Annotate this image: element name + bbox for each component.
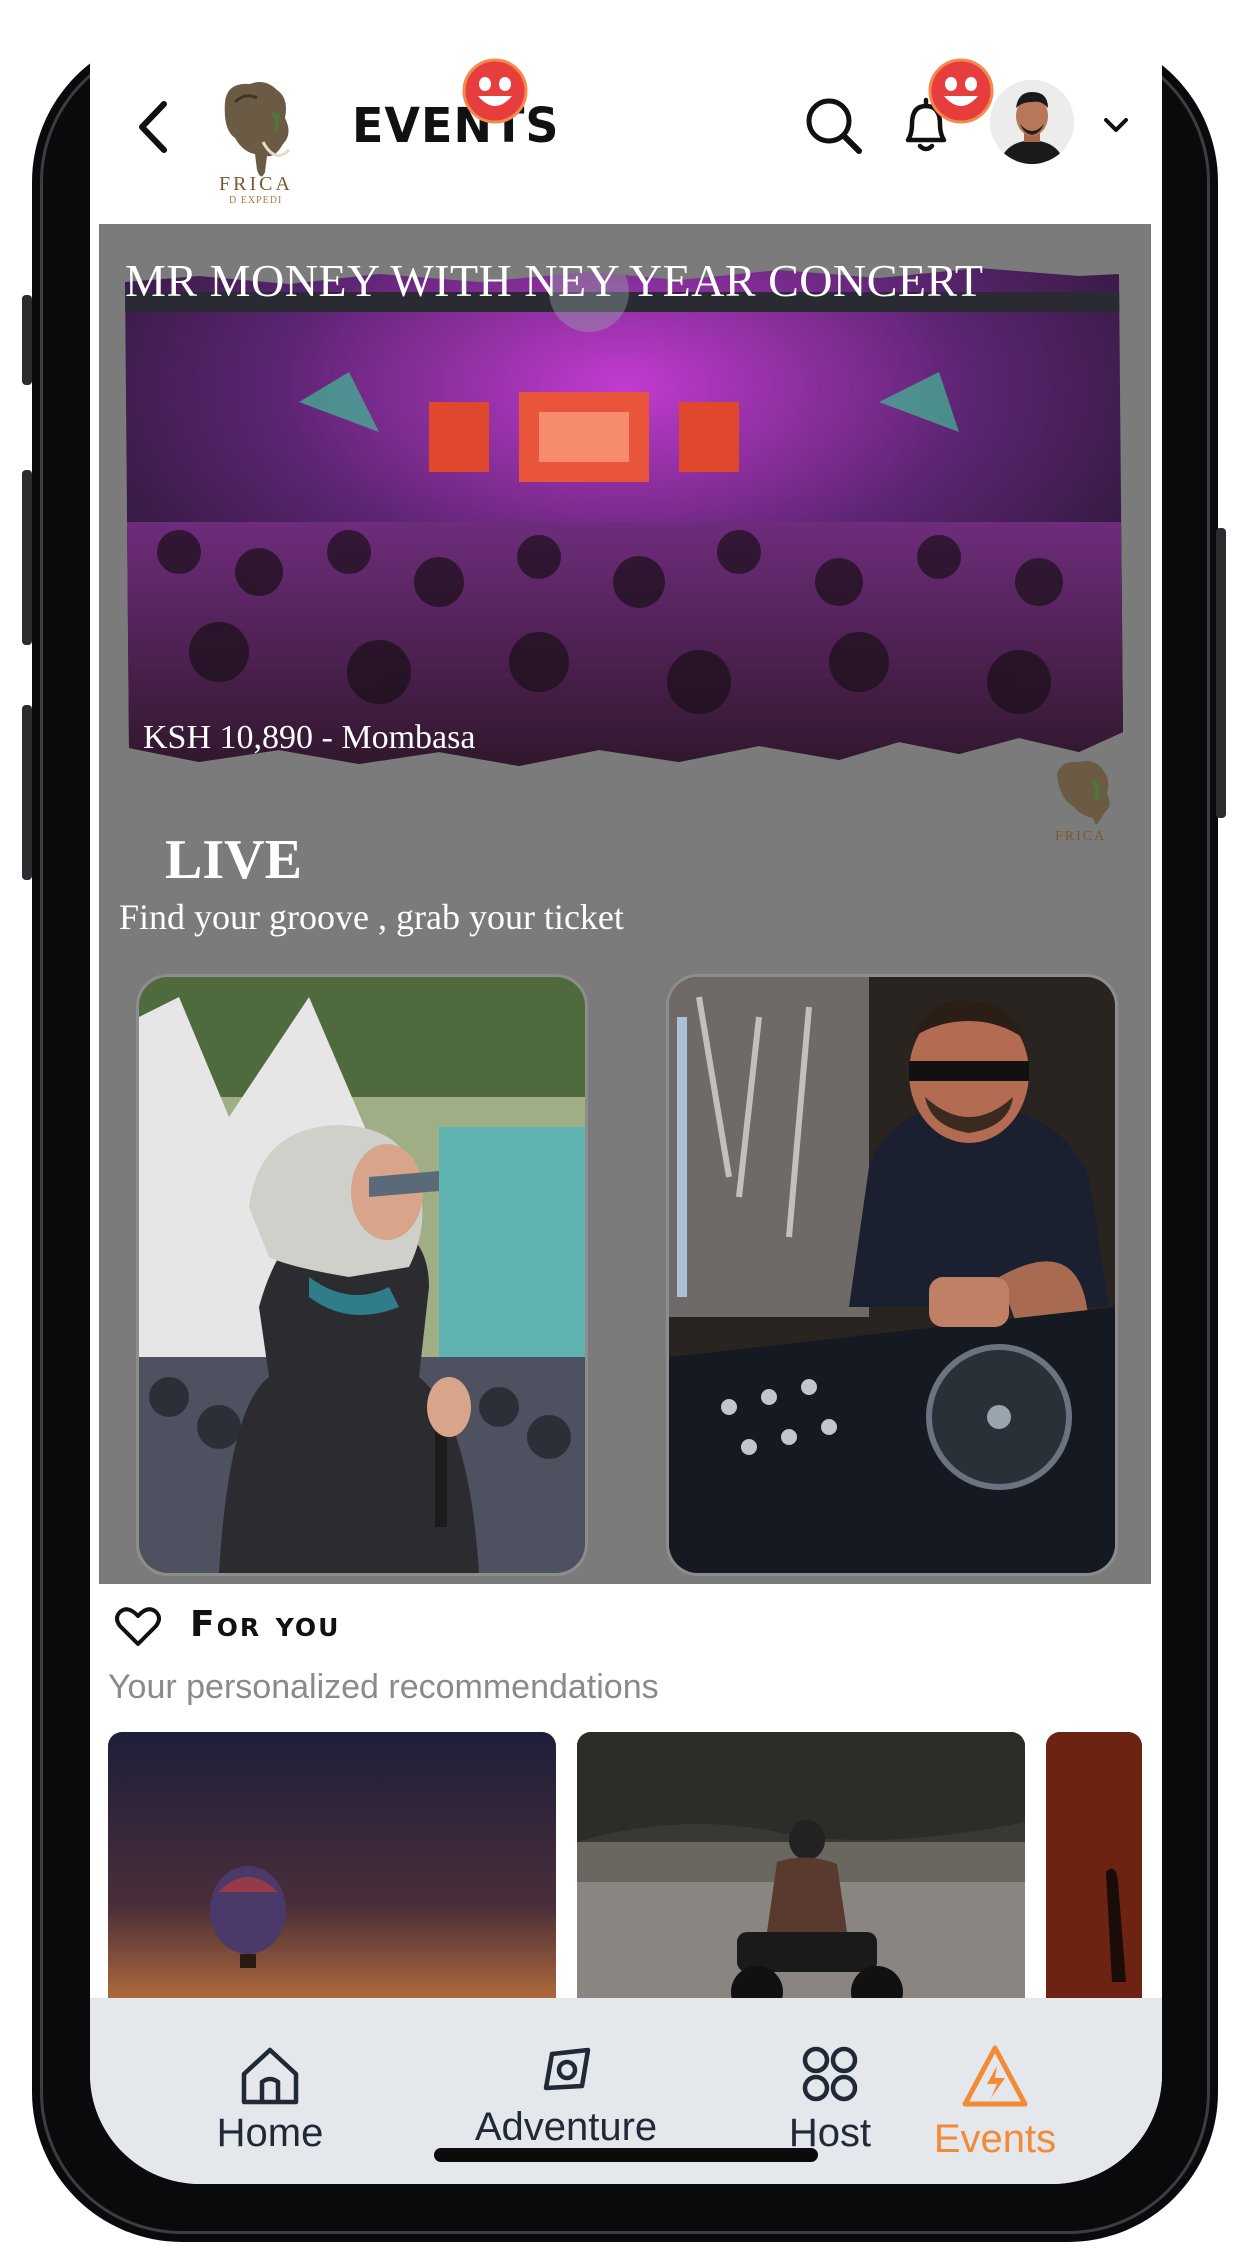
heart-icon[interactable] xyxy=(112,1600,164,1652)
recommendation-card[interactable] xyxy=(577,1732,1025,2022)
tab-host[interactable]: Host xyxy=(770,2042,890,2156)
live-event-card[interactable] xyxy=(666,974,1118,1576)
brand-logo[interactable]: FRICA D EXPEDI xyxy=(205,72,315,207)
elephant-badge-logo: FRICA xyxy=(1055,761,1110,844)
grid-icon xyxy=(802,2046,858,2102)
featured-event-image[interactable] xyxy=(119,252,1127,792)
tab-adventure-label: Adventure xyxy=(474,2105,658,2149)
compass-icon xyxy=(543,2047,591,2091)
for-you-title: For you xyxy=(190,1604,341,1645)
chevron-down-icon[interactable] xyxy=(1098,108,1134,144)
for-you-subtitle: Your personalized recommendations xyxy=(108,1668,659,1706)
live-event-card[interactable] xyxy=(136,974,588,1576)
quad-bike-image xyxy=(577,1732,1025,2022)
smiley-face-icon[interactable] xyxy=(928,58,994,124)
tab-home-label: Home xyxy=(216,2111,324,2155)
singer-image xyxy=(139,977,585,1573)
featured-event-price-location: KSH 10,890 - Mombasa xyxy=(143,719,476,756)
side-button-volume-down xyxy=(22,705,32,880)
smiley-face-icon[interactable] xyxy=(462,58,528,124)
featured-panel: MR MONEY WITH NEY YEAR CONCERT KSH 10,89… xyxy=(99,224,1151,1584)
dancer-image xyxy=(1046,1732,1142,2022)
tab-events[interactable]: Events xyxy=(910,2042,1080,2162)
tab-adventure[interactable]: Adventure xyxy=(446,2042,686,2150)
search-icon[interactable] xyxy=(802,94,866,158)
home-icon xyxy=(241,2047,299,2105)
tab-events-label: Events xyxy=(933,2117,1057,2161)
side-button-volume-up xyxy=(22,470,32,645)
lightning-icon xyxy=(962,2045,1028,2107)
featured-event-title: MR MONEY WITH NEY YEAR CONCERT xyxy=(125,255,984,306)
live-heading: LIVE xyxy=(165,829,302,891)
brand-logo-subtext: D EXPEDI xyxy=(229,195,282,206)
brand-logo-text: FRICA xyxy=(219,173,293,195)
page-title: EVENTS xyxy=(352,96,560,154)
side-button-silent xyxy=(22,295,32,385)
home-indicator[interactable] xyxy=(434,2148,818,2162)
balloon-image xyxy=(108,1732,556,2022)
recommendation-card[interactable] xyxy=(1046,1732,1142,2022)
app-screen: FRICA D EXPEDI EVENTS MR MONEY WITH NEY … xyxy=(90,32,1162,2184)
top-app-bar: FRICA D EXPEDI EVENTS xyxy=(90,32,1162,222)
dj-image xyxy=(669,977,1115,1573)
back-arrow-icon[interactable] xyxy=(130,92,180,162)
avatar[interactable] xyxy=(990,80,1074,164)
tab-home[interactable]: Home xyxy=(190,2042,350,2156)
live-subtitle: Find your groove , grab your ticket xyxy=(119,897,624,937)
side-button-power xyxy=(1216,528,1226,818)
recommendation-card[interactable] xyxy=(108,1732,556,2022)
elephant-badge-text: FRICA xyxy=(1055,829,1106,844)
avatar-image xyxy=(990,80,1074,164)
